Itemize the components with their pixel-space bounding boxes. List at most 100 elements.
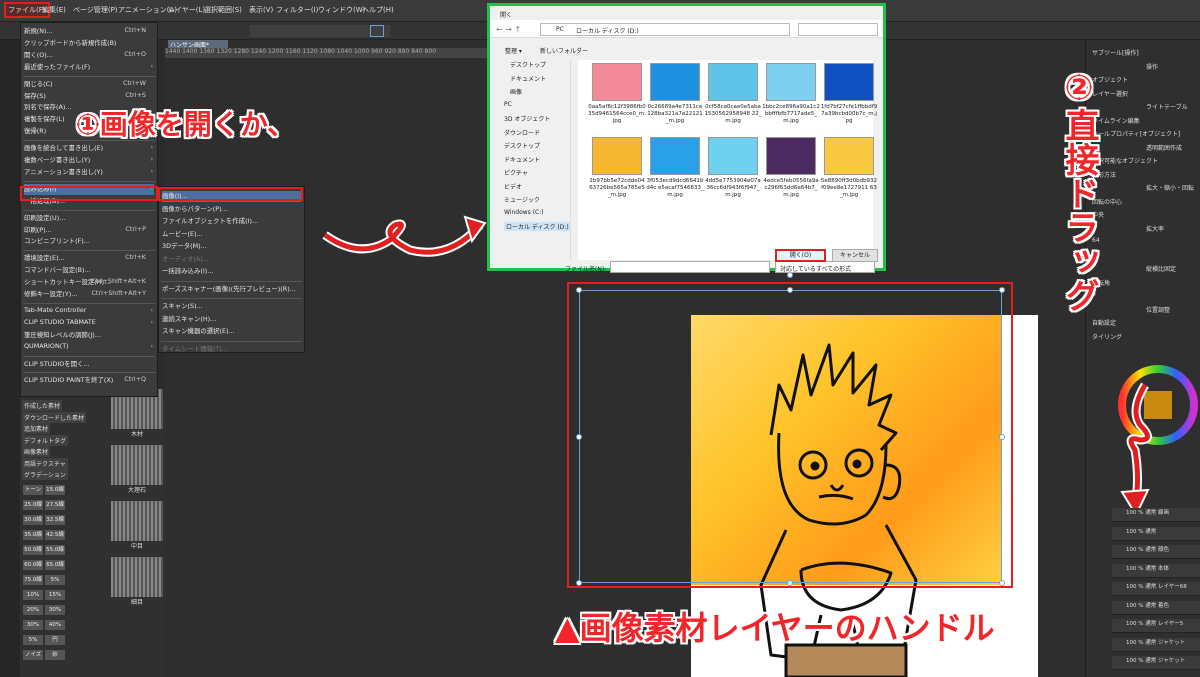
layer-row[interactable]: 100 % 通常 ジャケット [1112,637,1200,652]
nav-item[interactable]: 画像 [510,87,522,96]
nav-item[interactable]: ローカル ディスク (D:) [504,222,571,231]
material-tree-item[interactable]: デフォルトタグ [22,434,69,446]
file-menu-item[interactable]: 画像を統合して書き出し(E) › [24,143,154,154]
tone-material[interactable]: 60.0線 [23,560,43,570]
image-thumbnail[interactable] [824,63,874,101]
image-thumbnail[interactable] [766,137,816,175]
nav-item[interactable]: Windows (C:) [504,209,544,216]
file-menu-item[interactable]: コマンドバー設定(B)... [24,265,154,276]
layer-row[interactable]: 100 % 通常 レイヤー5 [1112,619,1200,633]
file-name[interactable]: 4edce5feb0556fa9ac296f63dd6e64b7_m.jpg [762,178,820,199]
file-name[interactable]: 3f053ecd9dcd6641bd4c e5acaf7546633_m.jpg [646,178,704,199]
tone-material[interactable]: 20% [23,605,43,615]
nav-item[interactable]: ドキュメント [510,74,546,83]
image-thumbnail[interactable] [708,63,758,101]
organize-button[interactable]: 整理 ▾ [505,46,522,55]
file-name[interactable]: 0c26689a4e7311ce128ba321a7e22121_m.jpg [646,104,704,125]
file-name[interactable]: 5e8890ff3d0bdb932f09ee8e1727911 63_m.jpg [820,178,878,199]
tone-material[interactable]: 25.0線 [23,500,43,510]
image-thumbnail[interactable] [650,137,700,175]
tone-material[interactable]: 5% [23,635,43,645]
tone-material[interactable]: 65.0線 [45,560,65,570]
tone-material[interactable]: 50.0線 [23,545,43,555]
menu-6[interactable]: 表示(V) [249,5,273,15]
property-item[interactable]: 操作 [1146,62,1158,71]
material-tree-item[interactable]: 作成した素材 [22,400,63,411]
tone-material[interactable]: 75.0線 [23,575,43,585]
layer-row[interactable]: 100 % 通常 ジャケット [1112,656,1200,670]
tone-material[interactable]: 30.0線 [23,515,43,525]
menu-9[interactable]: ヘルプ(H) [362,5,394,15]
property-item[interactable]: 拡大率 [1146,224,1164,233]
nav-item[interactable]: デスクトップ [510,60,546,69]
tool-button[interactable] [370,25,384,37]
import-menu-item[interactable]: 画像からパターン(P)... [162,204,301,215]
tone-material[interactable]: 15% [45,590,65,600]
property-item[interactable]: サブツール[操作] [1092,48,1139,57]
image-thumbnail[interactable] [708,137,758,175]
property-item[interactable]: タイムライン編集 [1092,116,1140,125]
import-menu-item[interactable]: ポーズスキャナー(画像)(先行プレビュー)(R)... [162,284,301,295]
tone-material[interactable]: 30% [45,605,65,615]
property-item[interactable]: 拡大・縮小・回転 [1146,183,1194,192]
new-folder-button[interactable]: 新しいフォルダー [540,46,588,55]
path-pc[interactable]: PC [556,26,564,33]
image-thumbnail[interactable] [650,63,700,101]
file-menu-item[interactable]: アニメーション書き出し(Y) › [24,167,154,178]
cancel-button[interactable]: キャンセル [832,249,878,262]
file-menu-item[interactable]: 新規(N)... Ctrl+N [24,26,154,37]
file-name[interactable]: 0aa5af8c12f3986fb035d9461564cce0_m.jpg [588,104,646,125]
property-item[interactable]: 選択可能なオブジェクト [1092,156,1158,165]
file-menu-item[interactable]: CLIP STUDIO TABMATE › [24,318,154,329]
tone-material[interactable]: 27.5線 [45,500,65,510]
tone-material[interactable]: 32.5線 [45,515,65,525]
property-item[interactable]: ライトテーブル [1146,102,1188,111]
texture-thumbnail[interactable] [111,445,163,485]
file-menu-item[interactable]: 複数ページ書き出し(Y) › [24,155,154,166]
image-thumbnail[interactable] [766,63,816,101]
import-menu-item[interactable]: ムービー(E)... [162,229,301,240]
image-thumbnail[interactable] [824,137,874,175]
tone-material[interactable]: 35.0線 [23,530,43,540]
file-name[interactable]: 1fd7bf27cfe1ffbbdf97a39bcbd00b7c_m.jpg [820,104,878,125]
property-item[interactable]: 透明範囲作成 [1146,143,1182,152]
file-menu-item[interactable]: 最近使ったファイル(F) › [24,62,154,73]
import-menu-item[interactable]: ファイルオブジェクトを作成(I)... [162,216,301,227]
menu-5[interactable]: 選択範囲(S) [204,5,242,15]
back-icon[interactable]: ← → ↑ [496,25,521,34]
material-tree-item[interactable]: 追加素材 [22,423,51,434]
property-item[interactable]: タイリング [1092,332,1122,341]
property-item[interactable]: 自動設定 [1092,318,1116,327]
layer-row[interactable]: 100 % 通常 レイヤー68 [1112,582,1200,596]
material-tree-item[interactable]: ダウンロードした素材 [22,411,87,423]
path-disk[interactable]: ローカル ディスク (D:) [576,26,639,35]
import-menu-item[interactable]: 一括読み込み(I)... [162,266,301,277]
import-menu-item[interactable]: 3Dデータ(M)... [162,241,301,252]
nav-item[interactable]: 3D オブジェクト [504,114,550,123]
property-item[interactable]: ツールプロパティ[オブジェクト] [1092,129,1180,138]
file-menu-item[interactable]: コンビニプリント(F)... [24,236,154,247]
file-menu-item[interactable]: 閉じる(C) Ctrl+W [24,79,154,90]
menu-1[interactable]: 編集(E) [42,5,66,15]
import-menu-item[interactable]: スキャン機器の選択(E)... [162,326,301,337]
property-item[interactable]: 位置調整 [1146,305,1170,314]
menu-4[interactable]: レイヤー(L) [168,5,205,15]
import-menu-item[interactable]: スキャン(S)... [162,301,301,312]
tone-material[interactable]: 55.0線 [45,545,65,555]
file-menu-item[interactable]: 環境設定(E)... Ctrl+K [24,253,154,264]
file-menu-item[interactable]: 保存(S) Ctrl+S [24,91,154,102]
image-thumbnail[interactable] [592,63,642,101]
texture-thumbnail[interactable] [111,557,163,597]
open-button[interactable]: 開く(O) [775,249,826,262]
nav-item[interactable]: PC [504,101,512,108]
tone-material[interactable]: 40% [45,620,65,630]
tone-material[interactable]: ノイズ [23,650,43,660]
file-name[interactable]: 4dd5e7753904e07a36cc6df943f6f947_m.jpg [704,178,762,199]
nav-item[interactable]: ダウンロード [504,128,540,137]
search-input[interactable] [798,23,878,36]
material-tree-item[interactable]: 画像素材 [22,446,51,457]
property-item[interactable]: 縦横比固定 [1146,264,1176,273]
filetype-select[interactable]: 対応しているすべての形式 [775,261,875,273]
layer-row[interactable]: 100 % 通常 本体 [1112,563,1200,578]
layer-row[interactable]: 100 % 通常 着色 [1112,600,1200,615]
